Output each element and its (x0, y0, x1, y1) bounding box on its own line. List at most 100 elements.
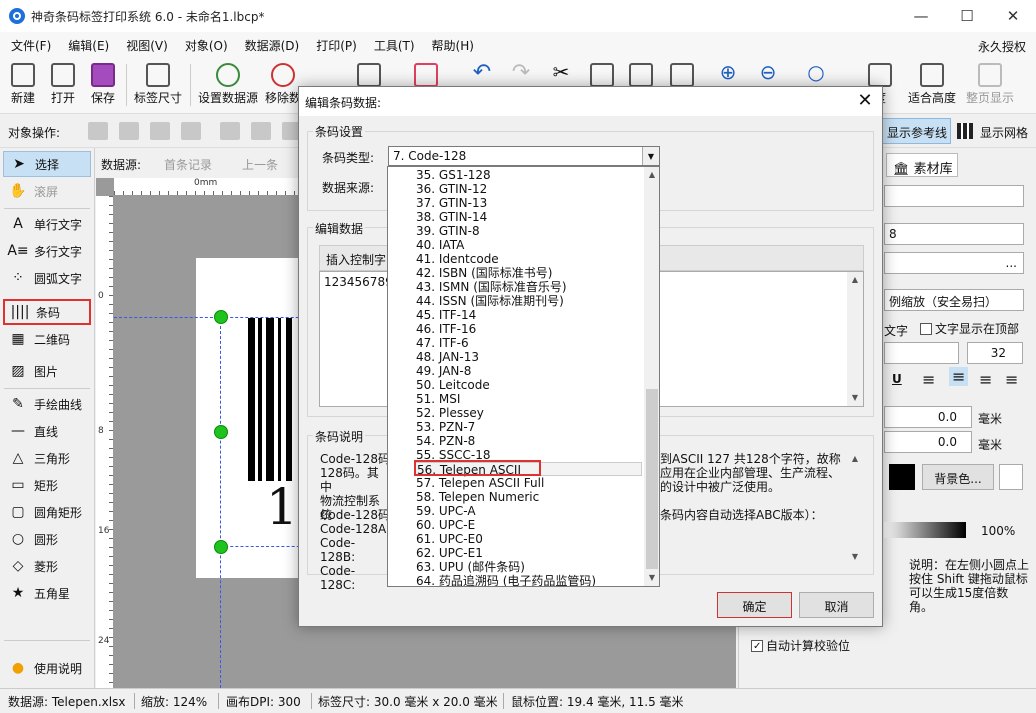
dropdown-item[interactable]: 53. PZN-7 (414, 420, 642, 434)
barcode-type-dropdown-list[interactable]: 35. GS1-128 36. GTIN-12 37. GTIN-13 38. GTI… (387, 166, 660, 587)
show-ref-lines-button[interactable]: 显示参考线 (881, 118, 951, 144)
tool-diamond[interactable]: ◇ 菱形 (3, 553, 91, 579)
layer-down-icon[interactable] (150, 122, 170, 140)
label-size-button[interactable]: 标签尺寸 (131, 60, 185, 112)
dropdown-item[interactable]: 43. ISMN (国际标准音乐号) (414, 280, 642, 294)
dropdown-item[interactable]: 44. ISSN (国际标准期刊号) (414, 294, 642, 308)
chevron-down-icon[interactable]: ▼ (642, 147, 659, 165)
assets-tab[interactable]: 🏛 素材库 (886, 153, 958, 177)
underline-button[interactable]: U (892, 372, 902, 386)
scroll-down-icon[interactable]: ▼ (644, 570, 659, 586)
tool-freehand[interactable]: ✎ 手绘曲线 (3, 391, 91, 417)
justify-button[interactable]: ≡ (1005, 370, 1018, 389)
dropdown-item[interactable]: 57. Telepen ASCII Full (414, 476, 642, 490)
scroll-thumb[interactable] (646, 389, 658, 569)
tool-scroll[interactable]: ✋ 滚屏 (3, 178, 91, 204)
dropdown-item[interactable]: 47. ITF-6 (414, 336, 642, 350)
tool-star[interactable]: ★ 五角星 (3, 580, 91, 606)
layer-up-icon[interactable] (88, 122, 108, 140)
dropdown-item[interactable]: 58. Telepen Numeric (414, 490, 642, 504)
dropdown-item[interactable]: 38. GTIN-14 (414, 210, 642, 224)
barcode-type-select[interactable]: 7. Code-128 ▼ (388, 146, 660, 166)
text-on-top-checkbox[interactable]: 文字显示在顶部 (920, 320, 1019, 337)
tool-qrcode[interactable]: ▦ 二维码 (3, 326, 91, 352)
foreground-color-swatch[interactable] (889, 464, 915, 490)
save-button[interactable]: 保存 (86, 60, 120, 112)
dropdown-item[interactable]: 64. 药品追溯码 (电子药品监管码) (414, 574, 642, 586)
property-select[interactable] (884, 185, 1024, 207)
font-select[interactable] (884, 342, 959, 364)
background-color-swatch[interactable] (999, 464, 1023, 490)
dropdown-item[interactable]: 59. UPC-A (414, 504, 642, 518)
layer-top-icon[interactable] (119, 122, 139, 140)
dropdown-item[interactable]: 51. MSI (414, 392, 642, 406)
ok-button[interactable]: 确定 (717, 592, 792, 618)
dropdown-scrollbar[interactable]: ▲ ▼ (644, 167, 659, 586)
dropdown-item[interactable]: 42. ISBN (国际标准书号) (414, 266, 642, 280)
dropdown-item[interactable]: 48. JAN-13 (414, 350, 642, 364)
offset-x-stepper[interactable]: 0.0 (884, 406, 972, 428)
new-button[interactable]: 新建 (6, 60, 40, 112)
insert-control-char-button[interactable]: 插入控制字 (326, 253, 386, 267)
align-left-button[interactable]: ≡ (922, 370, 935, 389)
dropdown-item[interactable]: 61. UPC-E0 (414, 532, 642, 546)
tool-rounded-rectangle[interactable]: ▢ 圆角矩形 (3, 499, 91, 525)
align-left-icon[interactable] (220, 122, 240, 140)
scale-select[interactable]: 例缩放（安全易扫） (884, 289, 1024, 311)
dropdown-item[interactable]: 54. PZN-8 (414, 434, 642, 448)
dropdown-item[interactable]: 36. GTIN-12 (414, 182, 642, 196)
show-grid-label[interactable]: 显示网格 (980, 124, 1028, 141)
tool-select[interactable]: ➤ 选择 (3, 151, 91, 177)
dropdown-item[interactable]: 46. ITF-16 (414, 322, 642, 336)
minimize-button[interactable]: — (898, 0, 944, 32)
menu-tools[interactable]: 工具(T) (363, 37, 421, 54)
dropdown-item[interactable]: 60. UPC-E (414, 518, 642, 532)
fit-height-button[interactable]: 适合高度 (906, 60, 958, 112)
background-color-button[interactable]: 背景色... (922, 464, 994, 490)
dropdown-item[interactable]: 35. GS1-128 (414, 168, 642, 182)
tool-multi-line-text[interactable]: A≡ 多行文字 (3, 238, 91, 264)
align-right-button[interactable]: ≡ (979, 370, 992, 389)
property-browse[interactable]: ... (884, 252, 1024, 274)
set-datasource-button[interactable]: 设置数据源 (196, 60, 260, 112)
dropdown-item[interactable]: 37. GTIN-13 (414, 196, 642, 210)
scroll-down-icon[interactable]: ▼ (847, 390, 863, 406)
menu-print[interactable]: 打印(P) (305, 37, 363, 54)
tool-single-line-text[interactable]: A 单行文字 (3, 211, 91, 237)
tool-help[interactable]: ● 使用说明 (3, 655, 91, 681)
font-size-stepper[interactable]: 32 (967, 342, 1023, 364)
tool-line[interactable]: — 直线 (3, 418, 91, 444)
tool-barcode[interactable]: |||| 条码 (3, 299, 91, 325)
open-button[interactable]: 打开 (46, 60, 80, 112)
scroll-up-icon[interactable]: ▲ (847, 451, 863, 467)
menu-edit[interactable]: 编辑(E) (57, 37, 115, 54)
dropdown-item[interactable]: 49. JAN-8 (414, 364, 642, 378)
license-link[interactable]: 永久授权 (978, 38, 1026, 55)
dropdown-item[interactable]: 62. UPC-E1 (414, 546, 642, 560)
grid-icon[interactable] (957, 123, 973, 139)
resize-handle[interactable] (214, 310, 228, 324)
scroll-down-icon[interactable]: ▼ (847, 549, 863, 565)
menu-file[interactable]: 文件(F) (0, 37, 57, 54)
first-record-button[interactable]: 首条记录 (164, 156, 212, 173)
dropdown-item[interactable]: 63. UPU (邮件条码) (414, 560, 642, 574)
property-select-8[interactable]: 8 (884, 223, 1024, 245)
tool-circle[interactable]: ○ 圆形 (3, 526, 91, 552)
dropdown-item[interactable]: 50. Leitcode (414, 378, 642, 392)
description-scrollbar[interactable]: ▲ ▼ (847, 451, 863, 565)
dropdown-item[interactable]: 39. GTIN-8 (414, 224, 642, 238)
align-center-icon[interactable] (251, 122, 271, 140)
cancel-button[interactable]: 取消 (799, 592, 874, 618)
tool-arc-text[interactable]: ⁘ 圆弧文字 (3, 265, 91, 291)
menu-datasource[interactable]: 数据源(D) (234, 37, 306, 54)
close-button[interactable]: ✕ (990, 0, 1036, 32)
menu-view[interactable]: 视图(V) (115, 37, 174, 54)
opacity-slider[interactable] (884, 522, 966, 538)
maximize-button[interactable]: ☐ (944, 0, 990, 32)
prev-record-button[interactable]: 上一条 (242, 156, 278, 173)
menu-object[interactable]: 对象(O) (174, 37, 234, 54)
menu-help[interactable]: 帮助(H) (421, 37, 480, 54)
dialog-close-icon[interactable]: ✕ (854, 90, 876, 111)
tool-triangle[interactable]: △ 三角形 (3, 445, 91, 471)
offset-y-stepper[interactable]: 0.0 (884, 431, 972, 453)
